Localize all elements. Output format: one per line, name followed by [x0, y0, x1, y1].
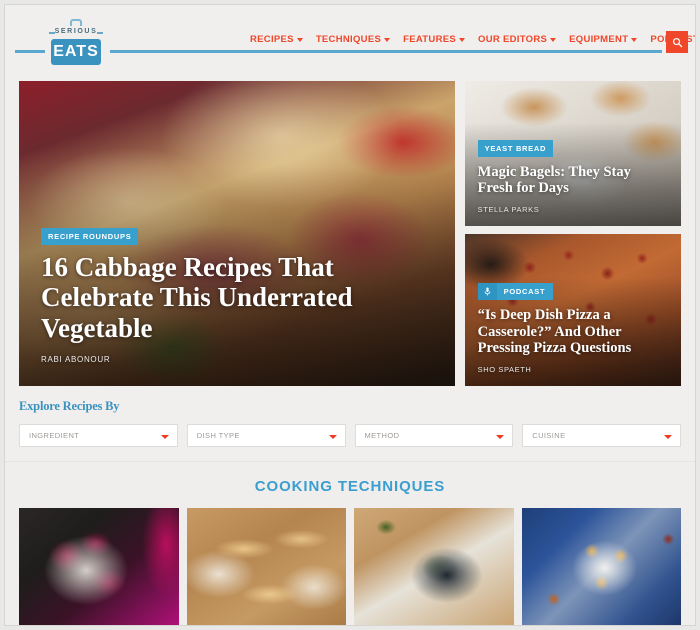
logo-eats-box: EATS — [51, 39, 101, 65]
featured-section: RECIPE ROUNDUPS 16 Cabbage Recipes That … — [5, 71, 695, 391]
filter-label: METHOD — [364, 431, 400, 440]
caret-down-icon — [496, 435, 505, 439]
technique-card-4[interactable] — [521, 508, 681, 625]
main-navigation: RECIPES TECHNIQUES FEATURES OUR EDITORS … — [250, 34, 695, 45]
filter-label: CUISINE — [532, 431, 566, 440]
filter-label: INGREDIENT — [29, 431, 80, 440]
techniques-grid — [19, 508, 681, 625]
logo-eats-text: EATS — [53, 43, 99, 60]
card-title: Magic Bagels: They Stay Fresh for Days — [477, 163, 631, 197]
technique-card-3[interactable] — [354, 508, 514, 625]
card-category-badge[interactable]: PODCAST — [477, 283, 554, 301]
banh-mi-sandwiches-photo — [186, 508, 346, 625]
header-rule-left — [15, 50, 45, 53]
card-content: PODCAST “Is Deep Dish Pizza a Casserole?… — [477, 283, 668, 374]
microphone-icon — [477, 283, 497, 301]
featured-grid: RECIPE ROUNDUPS 16 Cabbage Recipes That … — [19, 81, 681, 386]
nav-item-equipment[interactable]: EQUIPMENT — [569, 34, 638, 45]
techniques-heading: COOKING TECHNIQUES — [254, 478, 446, 495]
tostadas-photo — [521, 508, 681, 625]
card-title: “Is Deep Dish Pizza a Casserole?” And Ot… — [477, 307, 632, 357]
chevron-down-icon — [459, 37, 466, 42]
nav-item-recipes[interactable]: RECIPES — [250, 34, 303, 45]
hero-content: RECIPE ROUNDUPS 16 Cabbage Recipes That … — [41, 226, 433, 364]
filter-label: DISH TYPE — [196, 431, 240, 440]
header-rule-right — [110, 50, 662, 53]
nav-label: OUR EDITORS — [478, 34, 548, 45]
chevron-down-icon — [384, 37, 391, 42]
nav-label: RECIPES — [250, 34, 294, 45]
search-icon — [672, 37, 682, 47]
cooking-techniques-section: COOKING TECHNIQUES — [5, 461, 695, 625]
badge-label: PODCAST — [503, 287, 546, 297]
technique-card-1[interactable] — [19, 508, 179, 625]
article-card-pizza-podcast[interactable]: PODCAST “Is Deep Dish Pizza a Casserole?… — [464, 234, 681, 386]
page-root: SERIOUS EATS RECIPES TECHNIQUES FEATURES… — [4, 4, 696, 626]
explore-filters: INGREDIENT DISH TYPE METHOD CUISINE — [19, 424, 681, 447]
technique-card-2[interactable] — [186, 508, 346, 625]
caret-down-icon — [160, 435, 169, 439]
filter-dish-type[interactable]: DISH TYPE — [186, 424, 346, 447]
chevron-down-icon — [631, 37, 638, 42]
radicchio-salad-photo — [19, 508, 179, 625]
hero-article-card[interactable]: RECIPE ROUNDUPS 16 Cabbage Recipes That … — [19, 81, 455, 386]
hero-category-badge[interactable]: RECIPE ROUNDUPS — [41, 227, 139, 245]
nav-label: EQUIPMENT — [569, 34, 629, 45]
caret-down-icon — [328, 435, 337, 439]
hero-author: RABI ABONOUR — [41, 355, 111, 364]
side-cards-column: YEAST BREAD Magic Bagels: They Stay Fres… — [464, 81, 681, 386]
explore-recipes-section: Explore Recipes By INGREDIENT DISH TYPE … — [5, 391, 695, 461]
nav-label: FEATURES — [403, 34, 457, 45]
hero-title: 16 Cabbage Recipes That Celebrate This U… — [41, 251, 353, 343]
card-author: STELLA PARKS — [477, 205, 540, 214]
explore-heading: Explore Recipes By — [19, 399, 120, 413]
filter-method[interactable]: METHOD — [354, 424, 514, 447]
chevron-down-icon — [296, 37, 303, 42]
card-author: SHO SPAETH — [477, 365, 532, 374]
chevron-down-icon — [550, 37, 557, 42]
charred-broccoli-photo — [354, 508, 514, 625]
card-content: YEAST BREAD Magic Bagels: They Stay Fres… — [477, 138, 668, 214]
filter-ingredient[interactable]: INGREDIENT — [19, 424, 178, 447]
caret-down-icon — [664, 435, 672, 439]
nav-item-features[interactable]: FEATURES — [403, 34, 466, 45]
search-button[interactable] — [666, 31, 688, 53]
card-category-badge[interactable]: YEAST BREAD — [477, 139, 554, 157]
nav-label: TECHNIQUES — [315, 34, 382, 45]
lunchbox-handle-icon — [70, 19, 82, 26]
nav-item-our-editors[interactable]: OUR EDITORS — [478, 34, 557, 45]
filter-cuisine[interactable]: CUISINE — [522, 424, 681, 447]
site-logo[interactable]: SERIOUS EATS — [47, 19, 105, 65]
site-header: SERIOUS EATS RECIPES TECHNIQUES FEATURES… — [5, 5, 695, 71]
nav-item-techniques[interactable]: TECHNIQUES — [315, 34, 391, 45]
logo-serious-text: SERIOUS — [54, 28, 98, 35]
article-card-bagels[interactable]: YEAST BREAD Magic Bagels: They Stay Fres… — [464, 81, 681, 226]
